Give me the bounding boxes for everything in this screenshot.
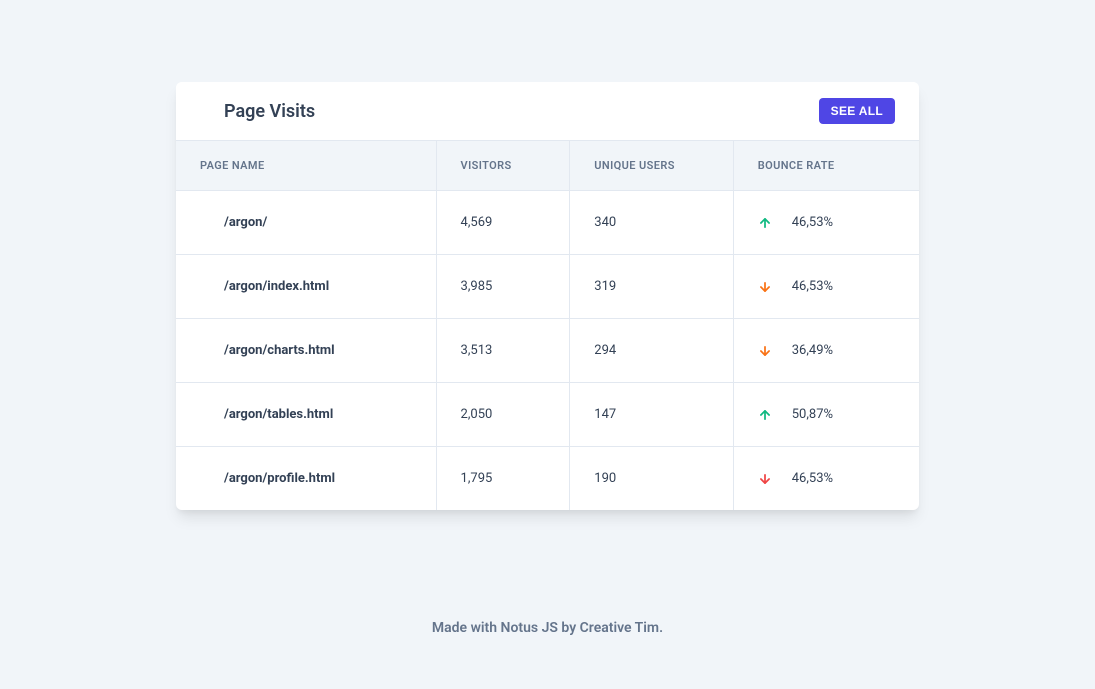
cell-bounce-rate: 46,53%: [733, 447, 919, 511]
see-all-button[interactable]: See all: [819, 98, 895, 124]
cell-bounce-rate: 50,87%: [733, 383, 919, 447]
bounce-value: 36,49%: [792, 343, 833, 358]
cell-visitors: 4,569: [436, 191, 570, 255]
arrow-down-icon: [758, 472, 772, 486]
footer-credit: Made with Notus JS by Creative Tim.: [176, 620, 919, 636]
cell-unique-users: 294: [570, 319, 733, 383]
cell-page-name: /argon/charts.html: [176, 319, 436, 383]
bounce-value: 46,53%: [792, 279, 833, 294]
arrow-down-icon: [758, 280, 772, 294]
footer-link-notus[interactable]: Notus JS: [501, 620, 558, 636]
cell-visitors: 1,795: [436, 447, 570, 511]
cell-page-name: /argon/tables.html: [176, 383, 436, 447]
table-row: /argon/4,569340 46,53%: [176, 191, 919, 255]
col-bounce-rate: Bounce rate: [733, 141, 919, 191]
table-row: /argon/tables.html2,050147 50,87%: [176, 383, 919, 447]
table-row: /argon/charts.html3,513294 36,49%: [176, 319, 919, 383]
footer-link-creative-tim[interactable]: Creative Tim: [580, 620, 659, 636]
cell-unique-users: 340: [570, 191, 733, 255]
col-unique-users: Unique users: [570, 141, 733, 191]
arrow-down-icon: [758, 344, 772, 358]
cell-bounce-rate: 46,53%: [733, 255, 919, 319]
page-visits-card: Page Visits See all Page name Visitors U…: [176, 82, 919, 510]
bounce-value: 46,53%: [792, 215, 833, 230]
cell-page-name: /argon/: [176, 191, 436, 255]
card-title: Page Visits: [224, 101, 315, 122]
col-page-name: Page name: [176, 141, 436, 191]
arrow-up-icon: [758, 216, 772, 230]
cell-unique-users: 190: [570, 447, 733, 511]
table-header-row: Page name Visitors Unique users Bounce r…: [176, 141, 919, 191]
bounce-value: 50,87%: [792, 407, 833, 422]
cell-visitors: 3,513: [436, 319, 570, 383]
col-visitors: Visitors: [436, 141, 570, 191]
cell-bounce-rate: 36,49%: [733, 319, 919, 383]
cell-visitors: 2,050: [436, 383, 570, 447]
cell-unique-users: 147: [570, 383, 733, 447]
cell-page-name: /argon/profile.html: [176, 447, 436, 511]
page-visits-table: Page name Visitors Unique users Bounce r…: [176, 140, 919, 510]
cell-bounce-rate: 46,53%: [733, 191, 919, 255]
cell-page-name: /argon/index.html: [176, 255, 436, 319]
arrow-up-icon: [758, 408, 772, 422]
cell-unique-users: 319: [570, 255, 733, 319]
table-row: /argon/index.html3,985319 46,53%: [176, 255, 919, 319]
bounce-value: 46,53%: [792, 471, 833, 486]
card-header: Page Visits See all: [176, 82, 919, 140]
cell-visitors: 3,985: [436, 255, 570, 319]
table-row: /argon/profile.html1,795190 46,53%: [176, 447, 919, 511]
